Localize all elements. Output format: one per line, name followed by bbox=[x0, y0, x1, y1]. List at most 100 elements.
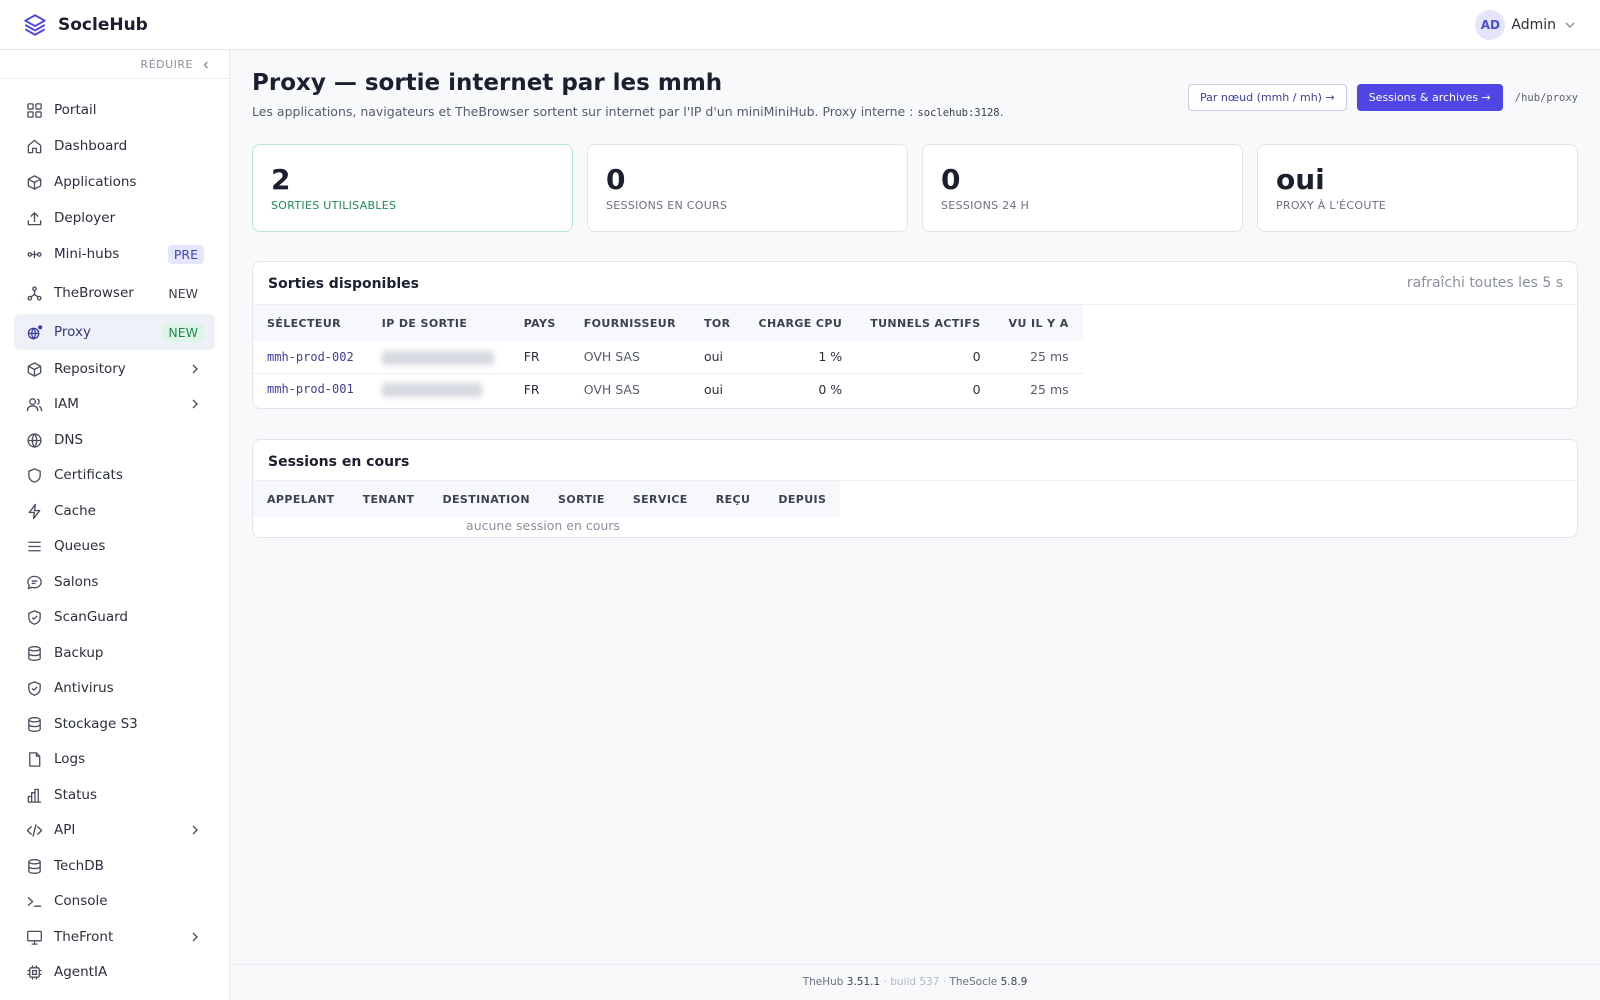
table-row[interactable]: mmh-prod-001 FR OVH SAS oui 0 % 0 25 ms bbox=[253, 372, 1083, 405]
sidebar-item-mini-hubs[interactable]: Mini-hubs PRE bbox=[14, 236, 215, 272]
sidebar-item-api[interactable]: API bbox=[14, 812, 215, 848]
column-header[interactable]: SORTIE bbox=[544, 481, 619, 517]
upload-icon bbox=[25, 209, 43, 227]
sidebar-item-antivirus[interactable]: Antivirus bbox=[14, 670, 215, 706]
country-cell: FR bbox=[523, 349, 540, 365]
sidebar-item-stockage-s3[interactable]: Stockage S3 bbox=[14, 706, 215, 742]
sidebar-item-techdb[interactable]: TechDB bbox=[14, 848, 215, 884]
column-header[interactable]: APPELANT bbox=[253, 481, 349, 517]
empty-state: aucune session en cours bbox=[466, 518, 620, 533]
globe-icon bbox=[25, 431, 43, 449]
sidebar-item-applications[interactable]: Applications bbox=[14, 164, 215, 200]
chevron-down-icon bbox=[1565, 22, 1575, 28]
sidebar-item-label: IAM bbox=[54, 396, 79, 412]
top-bar: SocleHub AD Admin bbox=[0, 0, 1600, 50]
exit-ip-redacted bbox=[368, 341, 510, 373]
database-icon bbox=[25, 715, 43, 733]
sidebar-item-status[interactable]: Status bbox=[14, 777, 215, 813]
column-header[interactable]: PAYS bbox=[509, 305, 570, 341]
sidebar-item-queues[interactable]: Queues bbox=[14, 528, 215, 564]
layers-logo-icon bbox=[24, 13, 46, 36]
column-header[interactable]: DESTINATION bbox=[428, 481, 545, 517]
users-icon bbox=[25, 395, 43, 413]
sessions-archives-button[interactable]: Sessions & archives → bbox=[1356, 84, 1503, 111]
sidebar-item-label: Backup bbox=[54, 645, 104, 661]
stat-value: oui bbox=[1276, 163, 1325, 196]
sidebar-item-backup[interactable]: Backup bbox=[14, 635, 215, 671]
user-menu[interactable]: AD Admin bbox=[1475, 10, 1576, 40]
stat-label: SESSIONS 24 H bbox=[941, 199, 1030, 212]
sidebar-item-label: DNS bbox=[54, 432, 84, 448]
column-header[interactable]: VU IL Y A bbox=[994, 305, 1083, 341]
sidebar-item-repository[interactable]: Repository bbox=[14, 351, 215, 387]
grid-icon bbox=[25, 101, 43, 119]
column-header[interactable]: TUNNELS ACTIFS bbox=[856, 305, 995, 341]
selector-link[interactable]: mmh-prod-002 bbox=[253, 341, 368, 373]
stat-value: 0 bbox=[606, 163, 626, 196]
user-name: Admin bbox=[1511, 17, 1556, 33]
column-header[interactable]: TOR bbox=[689, 305, 745, 341]
brand[interactable]: SocleHub bbox=[22, 12, 148, 38]
column-header[interactable]: FOURNISSEUR bbox=[569, 305, 690, 341]
sidebar-item-label: Certificats bbox=[54, 467, 123, 483]
table-row[interactable]: mmh-prod-002 FR OVH SAS oui 1 % 0 25 ms bbox=[253, 341, 1083, 373]
document-icon bbox=[25, 750, 43, 768]
sidebar-item-label: Antivirus bbox=[54, 680, 114, 696]
sidebar-item-salons[interactable]: Salons bbox=[14, 564, 215, 600]
sidebar-item-dns[interactable]: DNS bbox=[14, 422, 215, 458]
chat-icon bbox=[25, 573, 43, 591]
sidebar-item-console[interactable]: Console bbox=[14, 883, 215, 919]
sidebar-item-cache[interactable]: Cache bbox=[14, 493, 215, 529]
sidebar-item-deployer[interactable]: Deployer bbox=[14, 200, 215, 236]
thehub-label: TheHub bbox=[802, 976, 844, 988]
sessions-card: Sessions en cours APPELANT TENANT DESTIN… bbox=[252, 439, 1578, 538]
sidebar-item-label: API bbox=[54, 822, 76, 838]
column-header[interactable]: DEPUIS bbox=[764, 481, 841, 517]
sidebar-item-thefront[interactable]: TheFront bbox=[14, 919, 215, 955]
sidebar-item-thebrowser[interactable]: TheBrowser NEW bbox=[14, 275, 215, 311]
sidebar-item-label: Console bbox=[54, 893, 108, 909]
refresh-note: rafraîchi toutes les 5 s bbox=[1406, 275, 1563, 291]
tor-cell: oui bbox=[703, 349, 723, 365]
collapse-sidebar-button[interactable]: RÉDUIRE bbox=[141, 58, 211, 71]
sidebar-item-certificats[interactable]: Certificats bbox=[14, 457, 215, 493]
sidebar-item-dashboard[interactable]: Dashboard bbox=[14, 128, 215, 164]
chevron-left-icon bbox=[203, 61, 208, 68]
footer: TheHub 3.51.1 · build 537 · TheSocle 5.8… bbox=[230, 964, 1600, 1000]
database-icon bbox=[25, 857, 43, 875]
pre-badge: PRE bbox=[167, 244, 204, 264]
column-header[interactable]: CHARGE CPU bbox=[744, 305, 857, 341]
route-path: /hub/proxy bbox=[1514, 91, 1578, 104]
sidebar-item-label: Logs bbox=[54, 751, 86, 767]
sidebar-item-label: Cache bbox=[54, 503, 96, 519]
country-cell: FR bbox=[509, 372, 570, 405]
header-actions: Par nœud (mmh / mh) → Sessions & archive… bbox=[1188, 84, 1578, 111]
build-number: build 537 bbox=[890, 976, 940, 988]
sidebar-item-proxy[interactable]: Proxy NEW bbox=[14, 314, 215, 350]
lightning-icon bbox=[25, 502, 43, 520]
table-header-row: SÉLECTEUR IP DE SORTIE PAYS FOURNISSEUR … bbox=[253, 305, 1083, 341]
sidebar-item-label: AgentIA bbox=[54, 964, 108, 980]
sidebar-item-scanguard[interactable]: ScanGuard bbox=[14, 599, 215, 635]
tor-cell: oui bbox=[689, 372, 745, 405]
stat-card-usable-exits: 2 SORTIES UTILISABLES bbox=[252, 144, 573, 232]
column-header[interactable]: SÉLECTEUR bbox=[253, 305, 368, 341]
sidebar: RÉDUIRE Portail Dashboard Applications D… bbox=[0, 50, 230, 1000]
sidebar-divider bbox=[0, 78, 229, 79]
column-header[interactable]: TENANT bbox=[348, 481, 429, 517]
sidebar-item-agentia[interactable]: AgentIA bbox=[14, 954, 215, 990]
tunnels-cell: 0 bbox=[856, 372, 995, 405]
column-header[interactable]: IP DE SORTIE bbox=[367, 305, 510, 341]
sidebar-item-logs[interactable]: Logs bbox=[14, 741, 215, 777]
sidebar-item-label: Status bbox=[54, 787, 98, 803]
provider-cell: OVH SAS bbox=[583, 349, 640, 365]
column-header[interactable]: SERVICE bbox=[618, 481, 702, 517]
seen-cell: 25 ms bbox=[1030, 349, 1069, 365]
sidebar-item-label: TechDB bbox=[54, 858, 104, 874]
selector-link[interactable]: mmh-prod-001 bbox=[253, 372, 368, 405]
thesocle-label: TheSocle bbox=[949, 976, 998, 988]
sidebar-item-iam[interactable]: IAM bbox=[14, 386, 215, 422]
sidebar-item-portail[interactable]: Portail bbox=[14, 92, 215, 128]
per-node-button[interactable]: Par nœud (mmh / mh) → bbox=[1188, 84, 1347, 111]
column-header[interactable]: REÇU bbox=[701, 481, 765, 517]
